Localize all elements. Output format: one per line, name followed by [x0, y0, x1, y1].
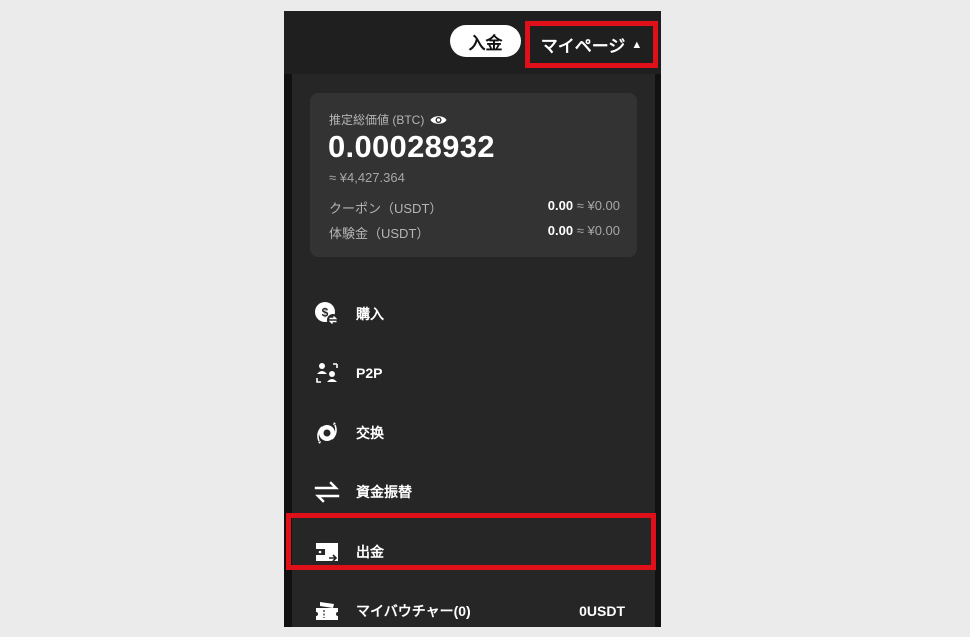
transfer-arrows-icon: [314, 479, 340, 505]
menu-label-buy: 購入: [356, 306, 384, 322]
trial-bonus-value: 0.00 ≈ ¥0.00: [548, 223, 620, 242]
menu-label-withdraw: 出金: [356, 544, 384, 560]
coupon-value: 0.00 ≈ ¥0.00: [548, 198, 620, 217]
menu-item-my-voucher[interactable]: マイバウチャー(0) 0USDT: [292, 582, 655, 627]
withdraw-wallet-icon: [314, 539, 340, 565]
mypage-label: マイページ: [540, 37, 626, 56]
background-right: [655, 74, 661, 627]
menu-label-p2p: P2P: [356, 365, 383, 381]
top-bar: 入金 マイページ ▲: [284, 11, 661, 74]
trial-bonus-label: 体験金（USDT）: [329, 226, 430, 241]
coupon-approx: ≈ ¥0.00: [576, 198, 620, 213]
coupon-label: クーポン（USDT）: [329, 201, 443, 216]
balance-amount: 0.00028932: [328, 129, 495, 164]
mypage-button[interactable]: マイページ ▲: [525, 21, 658, 68]
menu-item-transfer[interactable]: 資金振替: [292, 463, 655, 521]
app-screen: 入金 マイページ ▲ 推定総価値 (BTC) 0.00028932 ≈ ¥4,4…: [284, 11, 661, 627]
deposit-button[interactable]: 入金: [450, 25, 521, 57]
balance-card: 推定総価値 (BTC) 0.00028932 ≈ ¥4,427.364 クーポン…: [310, 93, 637, 257]
trial-bonus-amount: 0.00: [547, 223, 574, 238]
menu-label-transfer: 資金振替: [356, 484, 412, 500]
caret-up-icon: ▲: [631, 38, 643, 51]
voucher-balance: 0USDT: [579, 603, 625, 619]
menu-item-exchange[interactable]: 交换: [292, 404, 655, 462]
menu-item-p2p[interactable]: P2P: [292, 344, 655, 402]
balance-approx: ≈ ¥4,427.364: [329, 170, 405, 185]
coupon-amount: 0.00: [547, 198, 574, 213]
trial-bonus-row: 体験金（USDT） 0.00 ≈ ¥0.00: [329, 223, 620, 242]
menu-label-exchange: 交换: [356, 425, 384, 441]
menu-item-buy[interactable]: $ 購入: [292, 285, 655, 343]
background-left: [284, 74, 292, 627]
swap-coin-icon: [314, 420, 340, 446]
mypage-dropdown: 推定総価値 (BTC) 0.00028932 ≈ ¥4,427.364 クーポン…: [292, 74, 655, 627]
balance-label: 推定総価値 (BTC): [329, 113, 425, 127]
menu-label-my-voucher: マイバウチャー(0): [356, 603, 471, 619]
eye-icon[interactable]: [430, 114, 447, 126]
p2p-users-icon: [314, 360, 340, 386]
menu-item-withdraw[interactable]: 出金: [292, 523, 655, 581]
voucher-ticket-icon: [314, 598, 340, 624]
coupon-row: クーポン（USDT） 0.00 ≈ ¥0.00: [329, 198, 620, 217]
dollar-exchange-icon: $: [314, 301, 340, 327]
balance-label-row: 推定総価値 (BTC): [329, 111, 447, 128]
trial-bonus-approx: ≈ ¥0.00: [576, 223, 620, 238]
